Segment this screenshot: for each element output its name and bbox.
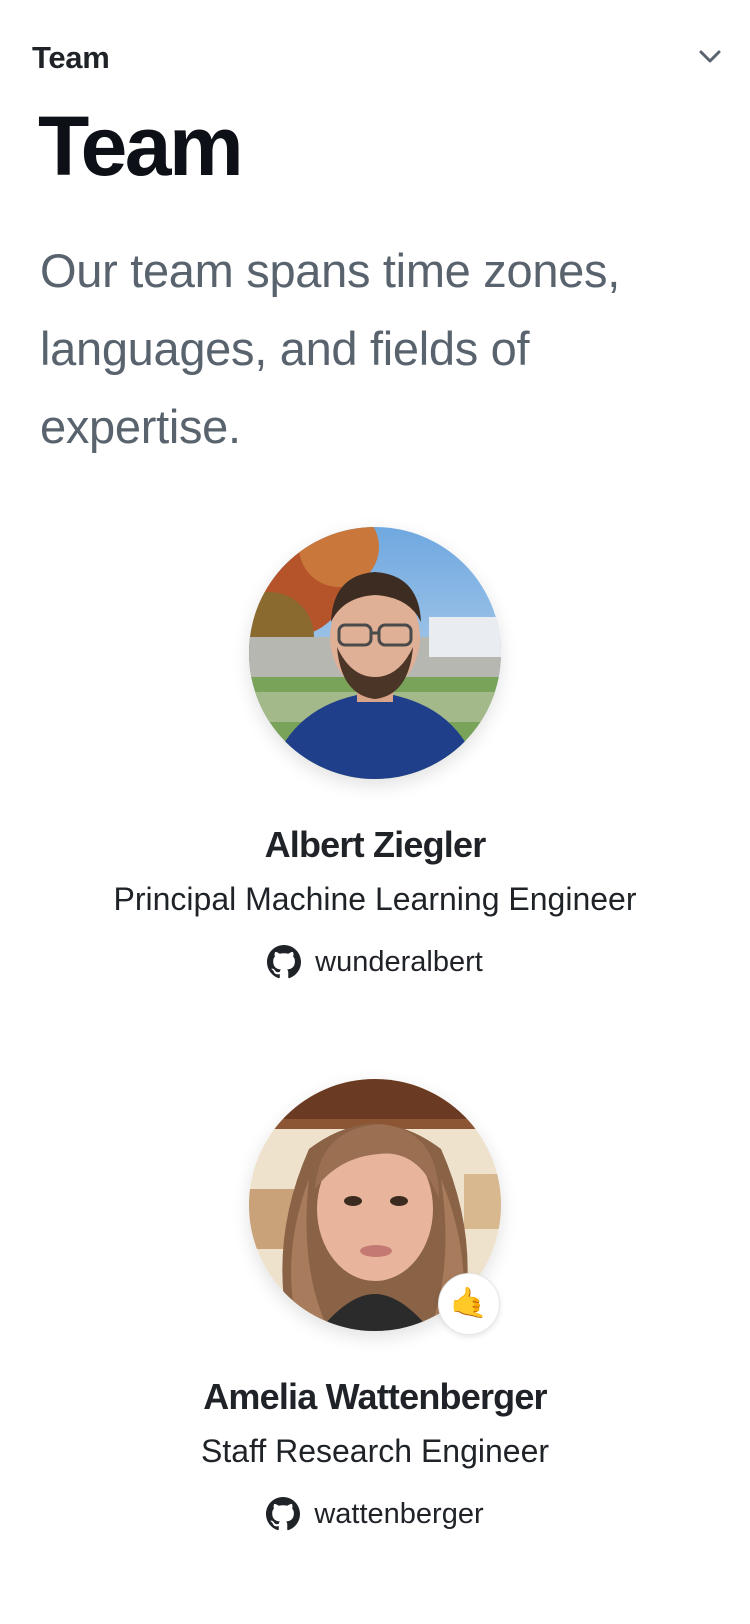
chevron-down-icon[interactable]	[695, 42, 725, 72]
github-username: wunderalbert	[315, 946, 483, 978]
member-name: Amelia Wattenberger	[203, 1376, 547, 1417]
github-icon	[267, 945, 302, 979]
github-profile-link[interactable]: wunderalbert	[267, 943, 483, 981]
github-username: wattenberger	[314, 1498, 484, 1530]
github-icon	[266, 1497, 301, 1531]
avatar-container: 🤙	[249, 1079, 501, 1335]
member-role: Principal Machine Learning Engineer	[113, 881, 637, 917]
member-role: Staff Research Engineer	[200, 1433, 550, 1469]
status-emoji-badge[interactable]: 🤙	[438, 1273, 500, 1335]
section-nav-title: Team	[32, 40, 110, 75]
team-member-card: Albert Ziegler Principal Machine Learnin…	[0, 527, 750, 984]
member-name: Albert Ziegler	[264, 824, 487, 865]
team-member-card: 🤙 Amelia Wattenberger Staff Research Eng…	[0, 1079, 750, 1536]
page-title: Team	[38, 99, 244, 193]
github-profile-link[interactable]: wattenberger	[266, 1495, 484, 1533]
avatar[interactable]	[249, 527, 501, 779]
team-description: Our team spans time zones, languages, an…	[40, 244, 620, 453]
avatar-container	[249, 527, 501, 779]
